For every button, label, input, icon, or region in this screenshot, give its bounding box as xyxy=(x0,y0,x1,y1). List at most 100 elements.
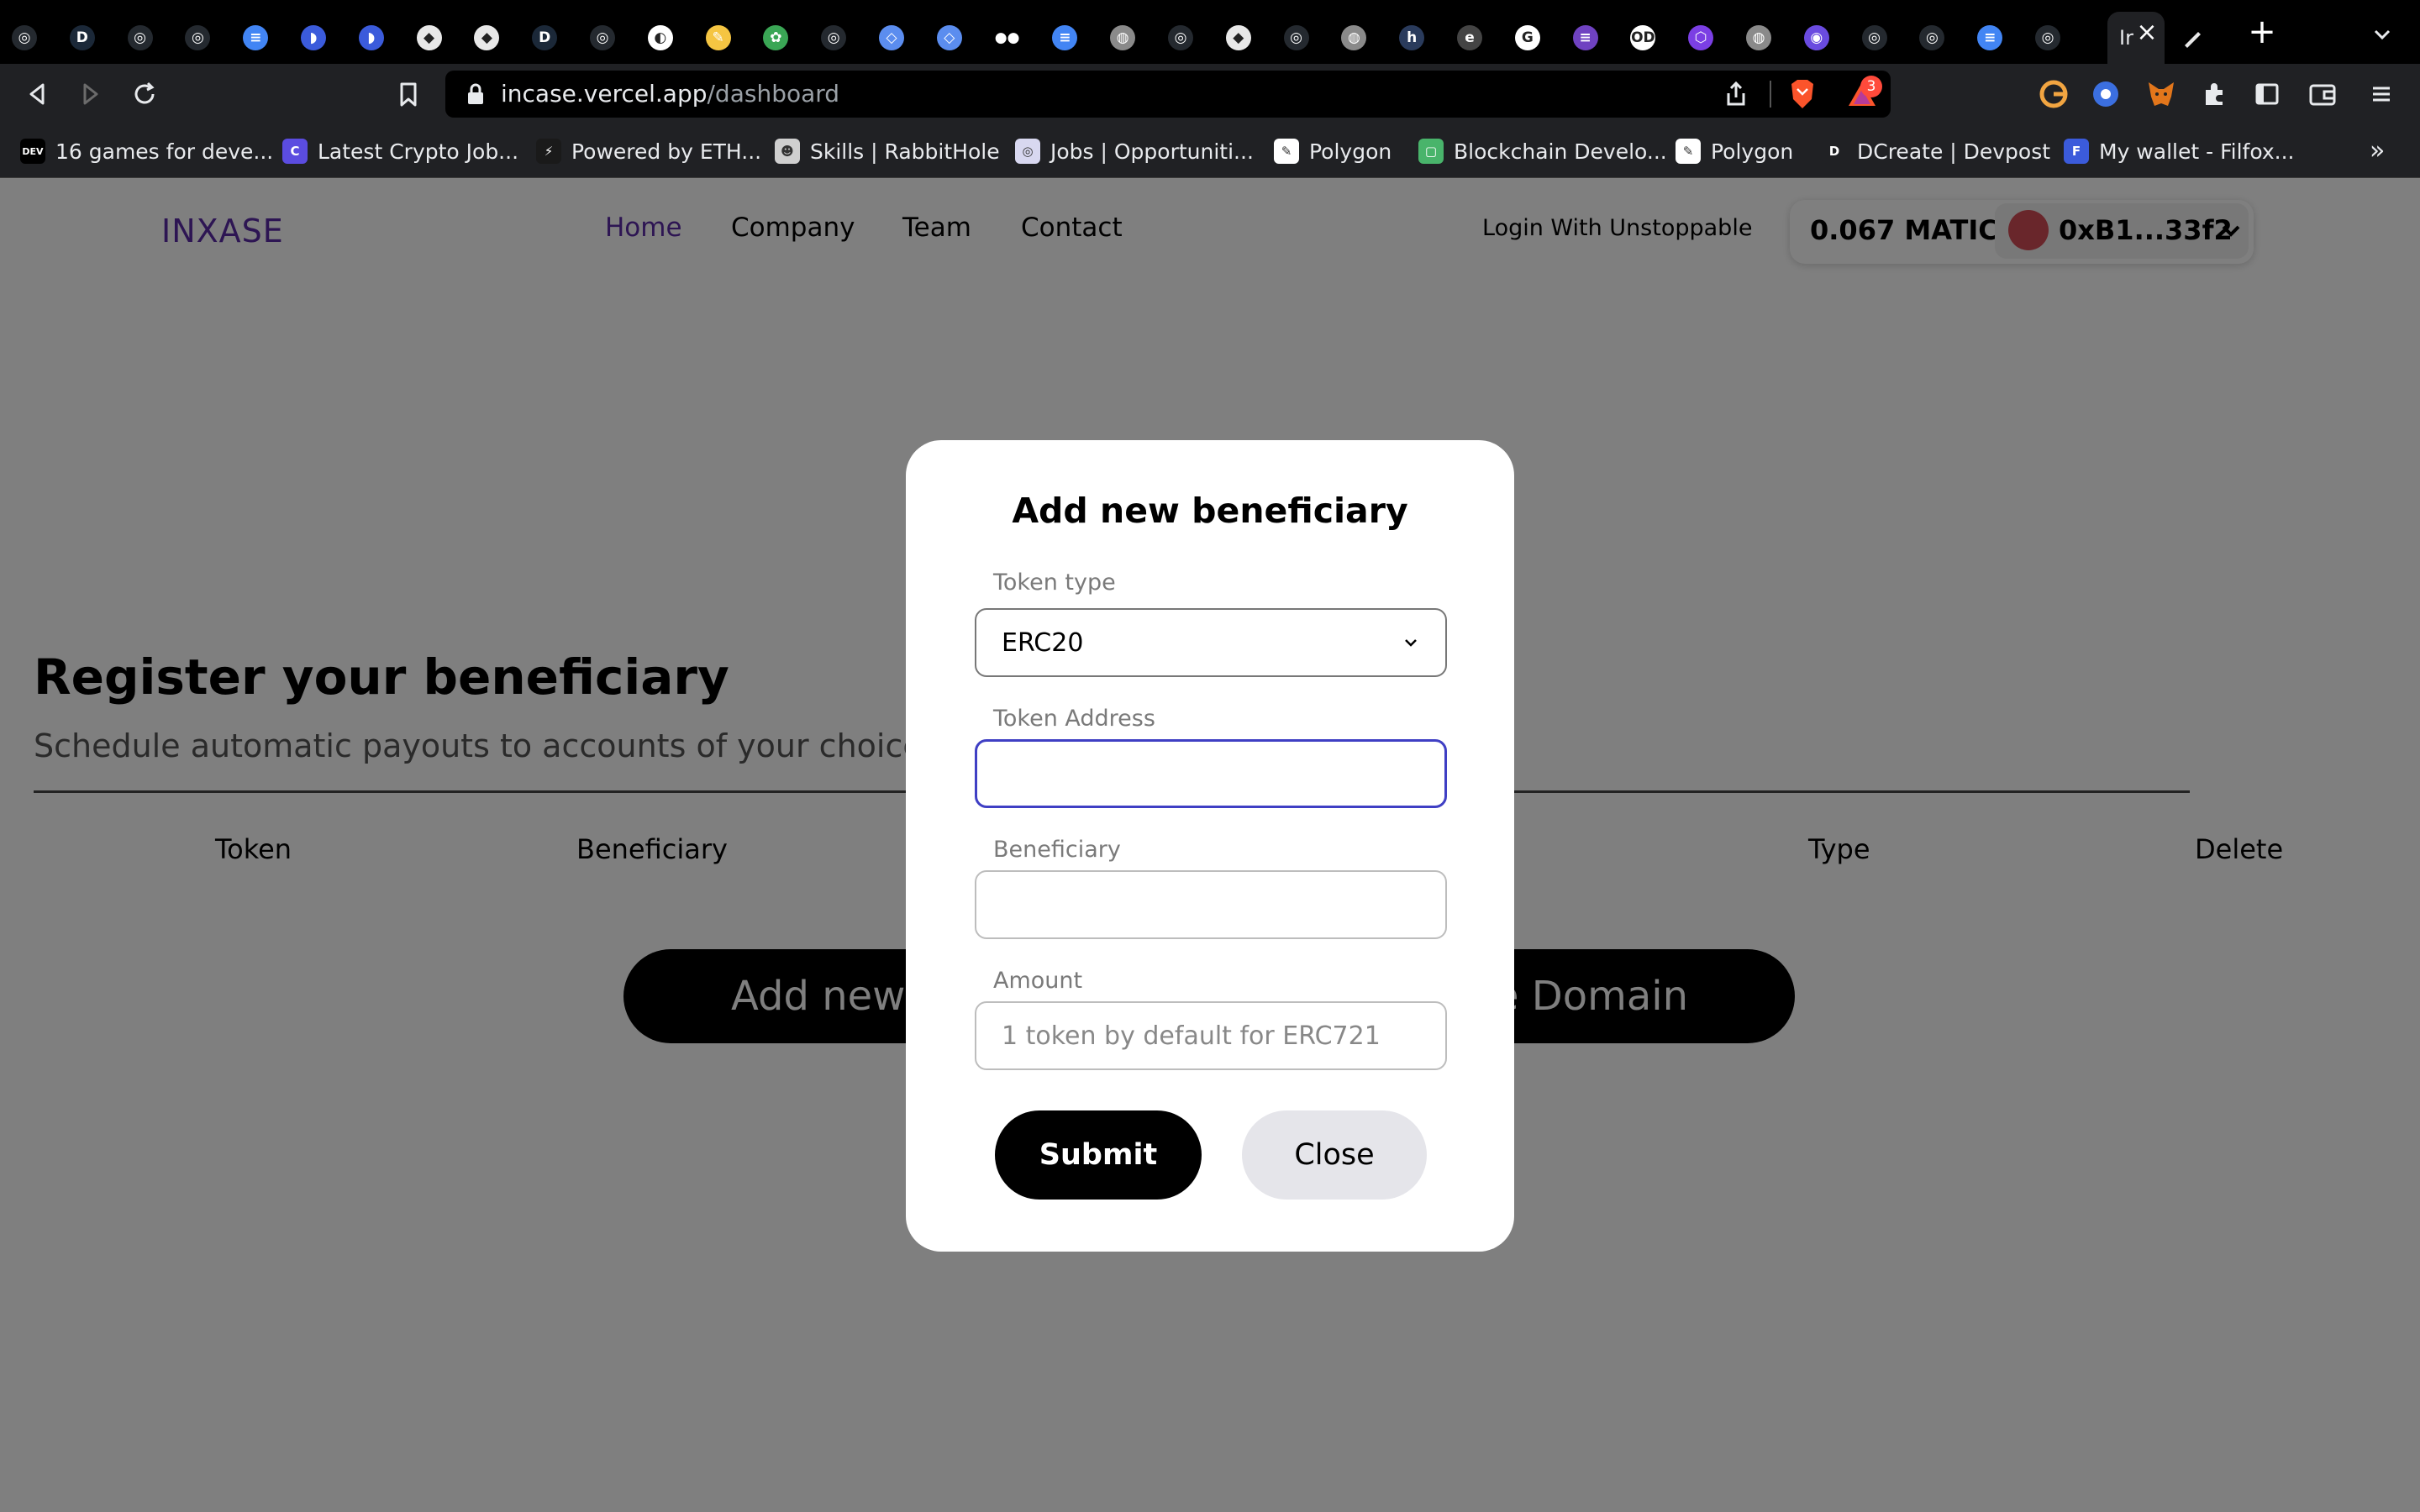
browser-tab[interactable]: ≡ xyxy=(1561,12,1618,64)
close-button[interactable]: Close xyxy=(1242,1110,1427,1200)
bookmark-item[interactable]: F My wallet - Filfox... xyxy=(2064,134,2294,168)
tab-search-chevron-icon[interactable] xyxy=(2370,22,2395,47)
browser-tab[interactable]: ◎ xyxy=(1907,12,1965,64)
metamask-fox-icon[interactable] xyxy=(2144,77,2178,111)
browser-tab[interactable]: ◎ xyxy=(173,12,230,64)
bookmark-label: Polygon xyxy=(1309,139,1392,164)
bookmark-item[interactable]: DEV 16 games for deve... xyxy=(20,134,273,168)
docs-icon: ≡ xyxy=(1977,25,2003,50)
browser-tab[interactable]: e xyxy=(1445,12,1502,64)
browser-tab[interactable]: ◎ xyxy=(578,12,635,64)
browser-tab[interactable]: ◆ xyxy=(462,12,519,64)
bookmark-label: Jobs | Opportuniti... xyxy=(1050,139,1254,164)
bookmark-item[interactable]: ▢ Blockchain Develo... xyxy=(1418,134,1667,168)
polygon-icon: ⬡ xyxy=(1688,25,1714,50)
bookmarks-more-icon[interactable]: » xyxy=(2370,134,2395,168)
sidebar-toggle-icon[interactable] xyxy=(2250,77,2284,111)
extension-circle-icon[interactable] xyxy=(2089,77,2123,111)
share-icon[interactable] xyxy=(1721,79,1751,109)
bookmark-label: Polygon xyxy=(1711,139,1794,164)
bookmark-page-icon[interactable] xyxy=(392,77,425,111)
new-tab-button[interactable]: + xyxy=(2247,15,2277,49)
reload-icon[interactable] xyxy=(128,77,161,111)
close-tab-icon[interactable]: × xyxy=(2134,20,2160,45)
browser-tab[interactable]: ⬡ xyxy=(1676,12,1733,64)
browser-tab[interactable]: ◎ xyxy=(1156,12,1213,64)
select-chevron-icon xyxy=(1405,639,1417,647)
browser-tab[interactable]: ◗ xyxy=(347,12,404,64)
bookmark-item[interactable]: D DCreate | Devpost xyxy=(1822,134,2050,168)
bookmark-label: Blockchain Develo... xyxy=(1454,139,1667,164)
crypto-jobs-icon: C xyxy=(282,139,308,164)
browser-tab[interactable]: ◎ xyxy=(0,12,57,64)
browser-tab[interactable]: D xyxy=(58,12,115,64)
browser-tab[interactable]: ◆ xyxy=(405,12,462,64)
browser-tab[interactable] xyxy=(2168,12,2225,64)
github-icon: ◎ xyxy=(185,25,211,50)
extensions-puzzle-icon[interactable] xyxy=(2198,77,2232,111)
browser-tab[interactable]: G xyxy=(1503,12,1560,64)
browser-tab[interactable]: ◍ xyxy=(1329,12,1386,64)
github-icon: ◎ xyxy=(590,25,615,50)
beneficiary-input[interactable] xyxy=(975,870,1447,939)
browser-tab[interactable]: ●● xyxy=(983,12,1040,64)
browser-tab[interactable]: ◎ xyxy=(116,12,173,64)
pen-icon xyxy=(2185,32,2201,48)
google-icon: G xyxy=(1514,25,1540,50)
bookmark-item[interactable]: ◎ Jobs | Opportuniti... xyxy=(1015,134,1254,168)
lock-icon xyxy=(468,83,483,104)
back-icon[interactable] xyxy=(20,77,54,111)
browser-tab[interactable]: ◇ xyxy=(925,12,982,64)
forward-icon[interactable] xyxy=(74,77,108,111)
browser-tab[interactable]: ✿ xyxy=(751,12,808,64)
browser-tab[interactable]: ◍ xyxy=(1098,12,1155,64)
browser-tab[interactable]: h xyxy=(1387,12,1444,64)
browser-tab[interactable]: ◆ xyxy=(1214,12,1271,64)
bookmark-item[interactable]: ⚡ Powered by ETH... xyxy=(536,134,761,168)
github-icon: ◎ xyxy=(1283,25,1309,50)
browser-tab[interactable]: ◎ xyxy=(809,12,866,64)
amount-label: Amount xyxy=(993,968,1083,994)
wallet-icon[interactable] xyxy=(2306,77,2339,111)
bookmark-label: My wallet - Filfox... xyxy=(2099,139,2295,164)
url-text[interactable]: incase.vercel.app/dashboard xyxy=(501,77,839,111)
github-icon: ◎ xyxy=(1168,25,1193,50)
browser-tab[interactable]: ◎ xyxy=(2023,12,2081,64)
active-tab-label: Ir xyxy=(2119,26,2133,50)
bookmark-item[interactable]: ☻ Skills | RabbitHole xyxy=(775,134,1000,168)
browser-tab[interactable]: OD xyxy=(1618,12,1676,64)
browser-tab[interactable]: ◐ xyxy=(636,12,693,64)
browser-tab[interactable]: ◎ xyxy=(1272,12,1329,64)
dev-icon: DEV xyxy=(20,139,45,164)
grammarly-extension-icon[interactable] xyxy=(2037,77,2070,111)
browser-tab[interactable]: ◍ xyxy=(1734,12,1791,64)
brave-shields-icon[interactable] xyxy=(1786,77,1818,111)
token-type-select[interactable]: ERC20 xyxy=(975,608,1447,677)
browser-menu-icon[interactable] xyxy=(2365,77,2398,111)
submit-button[interactable]: Submit xyxy=(995,1110,1202,1200)
pen-icon: ✎ xyxy=(1274,139,1299,164)
browser-tab[interactable]: ≡ xyxy=(1965,12,2023,64)
browser-tab[interactable]: D xyxy=(520,12,577,64)
browser-tab[interactable]: ≡ xyxy=(231,12,288,64)
github-icon: ◎ xyxy=(127,25,153,50)
bookmark-label: 16 games for deve... xyxy=(55,139,274,164)
beneficiary-label: Beneficiary xyxy=(993,837,1121,863)
globe-icon: ◍ xyxy=(1746,25,1771,50)
browser-tab[interactable]: ◇ xyxy=(867,12,924,64)
browser-tab[interactable]: ✎ xyxy=(694,12,751,64)
github-icon: ◎ xyxy=(1919,25,1945,50)
amount-input[interactable] xyxy=(975,1001,1447,1070)
browser-tab[interactable]: ◗ xyxy=(289,12,346,64)
bookmark-item[interactable]: ✎ Polygon xyxy=(1676,134,1793,168)
token-type-label: Token type xyxy=(993,570,1116,596)
list-icon: ≡ xyxy=(1572,25,1598,50)
browser-tab[interactable]: ◉ xyxy=(1792,12,1849,64)
hashnode-icon: h xyxy=(1399,25,1425,50)
docs-icon: ≡ xyxy=(1052,25,1078,50)
token-address-input[interactable] xyxy=(975,739,1447,808)
bookmark-item[interactable]: C Latest Crypto Job... xyxy=(282,134,518,168)
browser-tab[interactable]: ◎ xyxy=(1850,12,1907,64)
bookmark-item[interactable]: ✎ Polygon xyxy=(1274,134,1392,168)
browser-tab[interactable]: ≡ xyxy=(1040,12,1097,64)
